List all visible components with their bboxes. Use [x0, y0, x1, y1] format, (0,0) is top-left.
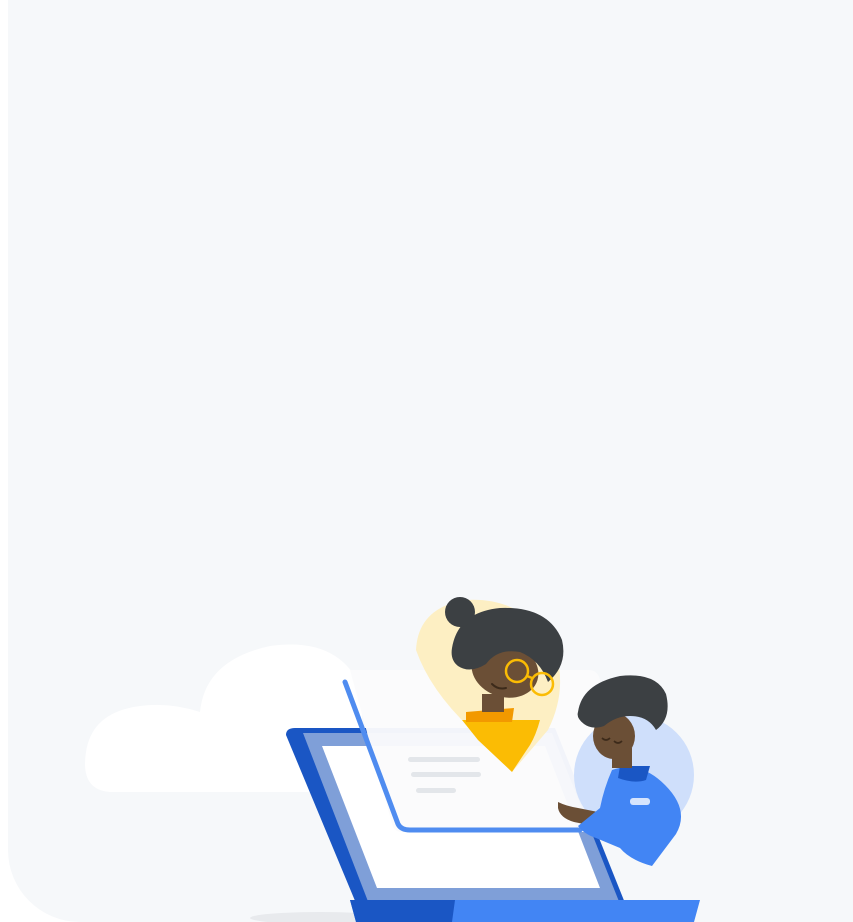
- text-line: [411, 772, 481, 777]
- video-call-illustration: [85, 597, 700, 922]
- text-line: [416, 788, 456, 793]
- text-line: [408, 757, 480, 762]
